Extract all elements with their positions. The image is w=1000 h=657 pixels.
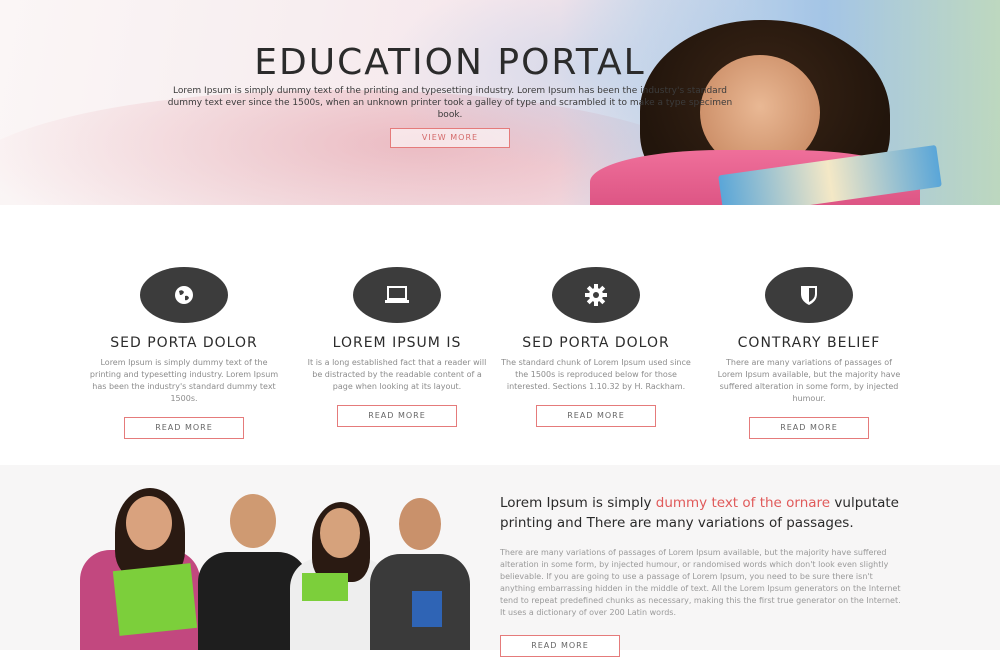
about-section: Lorem Ipsum is simply dummy text of the … [0,465,1000,657]
feature-title: SED PORTA DOLOR [522,335,670,351]
feature-title: SED PORTA DOLOR [110,335,258,351]
shield-icon [765,267,853,323]
folder-image [112,563,198,636]
about-title-text: Lorem Ipsum is simply [500,495,656,511]
about-title: Lorem Ipsum is simply dummy text of the … [500,493,920,533]
view-more-button[interactable]: VIEW MORE [390,128,510,148]
feature-card: SED PORTA DOLOR The standard chunk of Lo… [496,267,696,427]
read-more-button[interactable]: READ MORE [337,405,457,427]
hero-title: EDUCATION PORTAL [254,42,646,83]
read-more-button[interactable]: READ MORE [536,405,656,427]
read-more-button[interactable]: READ MORE [500,635,620,657]
read-more-button[interactable]: READ MORE [124,417,244,439]
read-more-button[interactable]: READ MORE [749,417,869,439]
about-title-highlight: dummy text of the ornare [655,495,831,511]
feature-title: CONTRARY BELIEF [737,335,881,351]
globe-icon [140,267,228,323]
feature-text: There are many variations of passages of… [717,358,901,403]
features-section: SED PORTA DOLOR Lorem Ipsum is simply du… [0,205,1000,465]
feature-card: CONTRARY BELIEF There are many variation… [709,267,909,439]
student-figure [370,498,470,650]
hero-description: Lorem Ipsum is simply dummy text of the … [167,86,733,120]
about-description: There are many variations of passages of… [500,548,901,617]
laptop-icon [353,267,441,323]
students-image [80,488,480,650]
gear-icon [552,267,640,323]
feature-text: Lorem Ipsum is simply dummy text of the … [89,358,279,403]
feature-title: LOREM IPSUM IS [332,335,462,351]
folder-image [302,573,348,601]
feature-card: LOREM IPSUM IS It is a long established … [297,267,497,427]
feature-text: The standard chunk of Lorem Ipsum used s… [501,358,691,391]
hero-banner: EDUCATION PORTAL Lorem Ipsum is simply d… [0,0,1000,205]
folder-image [412,591,442,627]
feature-card: SED PORTA DOLOR Lorem Ipsum is simply du… [84,267,284,439]
feature-text: It is a long established fact that a rea… [307,358,487,391]
